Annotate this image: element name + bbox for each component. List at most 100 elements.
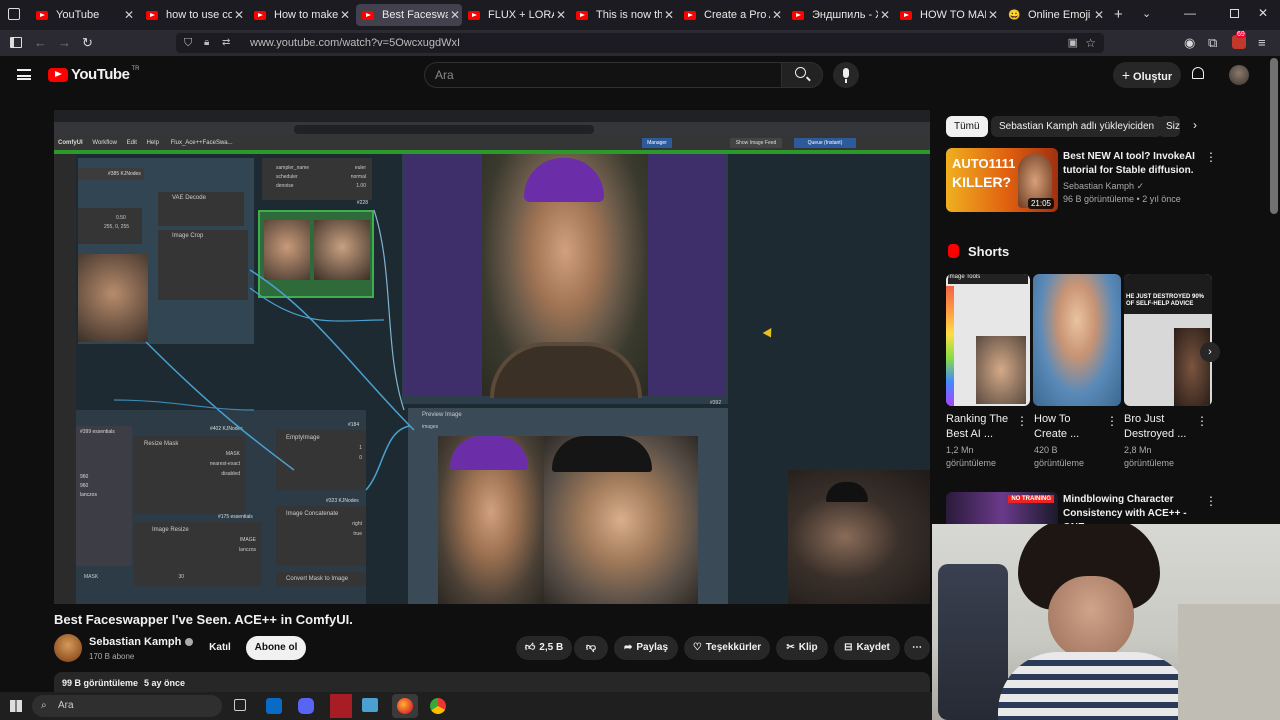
browser-nav-bar: ← → ↻ ⛉ 🔒︎ ⇄ www.youtube.com/watch?v=5Ow… bbox=[0, 30, 1280, 56]
save-button[interactable]: ⊟ Kaydet bbox=[834, 636, 900, 660]
browser-tab[interactable]: Create a Pro AI Influ✕ bbox=[678, 4, 784, 26]
chip-you[interactable]: Siz bbox=[1158, 116, 1180, 137]
close-tab-icon[interactable]: ✕ bbox=[986, 8, 1000, 22]
avatar[interactable] bbox=[1229, 65, 1249, 85]
search-button[interactable] bbox=[781, 62, 823, 88]
page-scrollbar[interactable] bbox=[1270, 58, 1278, 214]
channel-name[interactable]: Sebastian Kamph bbox=[89, 636, 194, 648]
short-3-views: 2,8 Mn görüntüleme bbox=[1124, 445, 1175, 468]
account-icon[interactable]: ◉ bbox=[1184, 35, 1195, 51]
youtube-header: YouTube TR Ara + Oluştur bbox=[0, 56, 1280, 96]
picture-in-picture-icon[interactable]: ▣ bbox=[1068, 33, 1078, 53]
file-explorer-icon[interactable] bbox=[362, 698, 378, 712]
new-tab-icon[interactable]: + bbox=[1114, 6, 1123, 23]
bookmark-star-icon[interactable]: ☆ bbox=[1085, 33, 1096, 53]
short-1-menu-icon[interactable]: ⋮ bbox=[1016, 414, 1028, 428]
browser-tab-active[interactable]: Best Faceswapp✕ bbox=[356, 4, 462, 26]
short-thumbnail-2[interactable] bbox=[1033, 274, 1121, 406]
join-button[interactable]: Katıl bbox=[200, 636, 240, 660]
browser-tab[interactable]: HOW TO MARKET Y✕ bbox=[894, 4, 1000, 26]
short-3-menu-icon[interactable]: ⋮ bbox=[1196, 414, 1208, 428]
close-tab-icon[interactable]: ✕ bbox=[554, 8, 568, 22]
tab-overflow-icon[interactable]: ⌄ bbox=[1142, 7, 1151, 20]
verified-check-icon: ✓ bbox=[1136, 181, 1145, 191]
extensions-icon[interactable]: ⧉ bbox=[1208, 35, 1217, 51]
browser-tab[interactable]: 😀 Online Emoji ✕ bbox=[1002, 4, 1106, 26]
minimize-icon[interactable]: — bbox=[1184, 6, 1196, 20]
notifications-bell-icon[interactable] bbox=[1192, 67, 1204, 79]
like-button[interactable]: 👍︎ 2,5 B bbox=[516, 636, 572, 660]
close-tab-icon[interactable]: ✕ bbox=[878, 8, 892, 22]
related-video-menu-icon[interactable]: ⋮ bbox=[1205, 150, 1217, 164]
related-video-2-menu-icon[interactable]: ⋮ bbox=[1205, 494, 1217, 508]
browser-tab[interactable]: Эндшпиль - Ждёш✕ bbox=[786, 4, 892, 26]
os-taskbar: ⌕ Ara bbox=[0, 692, 932, 720]
start-windows-icon[interactable] bbox=[10, 700, 22, 712]
create-button[interactable]: + Oluştur bbox=[1113, 62, 1181, 88]
webcam-overlay bbox=[932, 524, 1280, 720]
outlook-icon[interactable] bbox=[266, 698, 282, 714]
subscribe-button[interactable]: Abone ol bbox=[246, 636, 306, 660]
close-tab-icon[interactable]: ✕ bbox=[122, 8, 136, 22]
short-info-3[interactable]: Bro Just Destroyed ... 2,8 Mn görüntülem… bbox=[1124, 412, 1194, 470]
video-player[interactable]: ComfyUI Workflow Edit Help Flux_Ace++Fac… bbox=[54, 110, 930, 604]
short-info-1[interactable]: Ranking The Best AI ... 1,2 Mn görüntüle… bbox=[946, 412, 1016, 470]
search-input[interactable]: Ara bbox=[424, 62, 782, 88]
youtube-favicon-icon bbox=[362, 10, 374, 20]
chrome-icon[interactable] bbox=[430, 698, 446, 714]
close-tab-icon[interactable]: ✕ bbox=[232, 8, 246, 22]
short-thumbnail-3[interactable]: HE JUST DESTROYED 90% OF SELF-HELP ADVIC… bbox=[1124, 274, 1212, 406]
chip-scroll-right-icon[interactable]: › bbox=[1193, 118, 1197, 132]
related-video-thumbnail-2[interactable]: NO TRAINING bbox=[946, 492, 1058, 526]
menu-icon[interactable]: ≡ bbox=[1258, 35, 1266, 50]
short-2-views: 420 B görüntüleme bbox=[1034, 445, 1085, 468]
close-tab-icon[interactable]: ✕ bbox=[770, 8, 784, 22]
short-2-menu-icon[interactable]: ⋮ bbox=[1106, 414, 1118, 428]
hamburger-menu-icon[interactable] bbox=[17, 69, 31, 80]
firefox-icon[interactable] bbox=[392, 694, 418, 718]
browser-tab[interactable]: how to use comfyui✕ bbox=[140, 4, 246, 26]
discord-icon[interactable] bbox=[298, 698, 314, 714]
maximize-icon[interactable] bbox=[1230, 9, 1239, 18]
like-count: 2,5 B bbox=[539, 642, 564, 653]
back-icon[interactable]: ← bbox=[34, 35, 47, 50]
close-window-icon[interactable]: ✕ bbox=[1258, 6, 1268, 20]
related-video-info[interactable]: Best NEW AI tool? InvokeAI tutorial for … bbox=[1063, 150, 1203, 206]
shorts-next-icon[interactable]: › bbox=[1200, 342, 1220, 362]
browser-tab[interactable]: This is now the #1 A✕ bbox=[570, 4, 676, 26]
lock-icon: 🔒︎ bbox=[204, 37, 210, 48]
sidebar-toggle-icon[interactable] bbox=[10, 37, 22, 48]
browser-tab[interactable]: How to make an AI✕ bbox=[248, 4, 352, 26]
dislike-button[interactable]: 👎︎ bbox=[574, 636, 608, 660]
forward-icon[interactable]: → bbox=[58, 35, 71, 50]
thanks-button[interactable]: ♡ Teşekkürler bbox=[684, 636, 770, 660]
browser-tab[interactable]: YouTube ✕ bbox=[30, 4, 136, 26]
taskbar-search[interactable]: ⌕ Ara bbox=[32, 695, 222, 717]
url-bar[interactable]: ⛉ 🔒︎ ⇄ www.youtube.com/watch?v=5OwcxugdW… bbox=[176, 33, 1104, 53]
close-tab-icon[interactable]: ✕ bbox=[338, 8, 352, 22]
close-tab-icon[interactable]: ✕ bbox=[448, 8, 462, 22]
channel-avatar[interactable] bbox=[54, 634, 82, 662]
youtube-favicon-icon bbox=[792, 10, 804, 20]
chip-all[interactable]: Tümü bbox=[946, 116, 988, 137]
red-app-icon[interactable] bbox=[330, 694, 352, 718]
short-thumbnail-1[interactable]: Image Tools bbox=[946, 274, 1030, 406]
short-info-2[interactable]: How To Create ... 420 B görüntüleme bbox=[1034, 412, 1104, 470]
voice-search-button[interactable] bbox=[833, 62, 859, 88]
task-view-icon[interactable] bbox=[234, 699, 246, 711]
youtube-logo[interactable]: YouTube TR bbox=[48, 66, 139, 83]
share-button[interactable]: ➦ Paylaş bbox=[614, 636, 678, 660]
clip-button[interactable]: ✂ Klip bbox=[776, 636, 828, 660]
close-tab-icon[interactable]: ✕ bbox=[662, 8, 676, 22]
shield-icon: ⛉ bbox=[184, 37, 193, 49]
related-video-thumbnail[interactable]: AUTO1111 KILLER? 21:05 bbox=[946, 148, 1058, 212]
browser-tab[interactable]: FLUX + LORA Full C✕ bbox=[462, 4, 568, 26]
tab-list-icon[interactable] bbox=[8, 8, 20, 20]
shorts-icon bbox=[948, 244, 959, 258]
thumb-text-auto1111: AUTO1111 bbox=[952, 156, 1016, 171]
short-2-title: How To Create ... bbox=[1034, 413, 1080, 440]
chip-from-uploader[interactable]: Sebastian Kamph adlı yükleyiciden bbox=[991, 116, 1163, 137]
close-tab-icon[interactable]: ✕ bbox=[1092, 8, 1106, 22]
reload-icon[interactable]: ↻ bbox=[82, 35, 93, 51]
more-actions-button[interactable]: ⋯ bbox=[904, 636, 930, 660]
